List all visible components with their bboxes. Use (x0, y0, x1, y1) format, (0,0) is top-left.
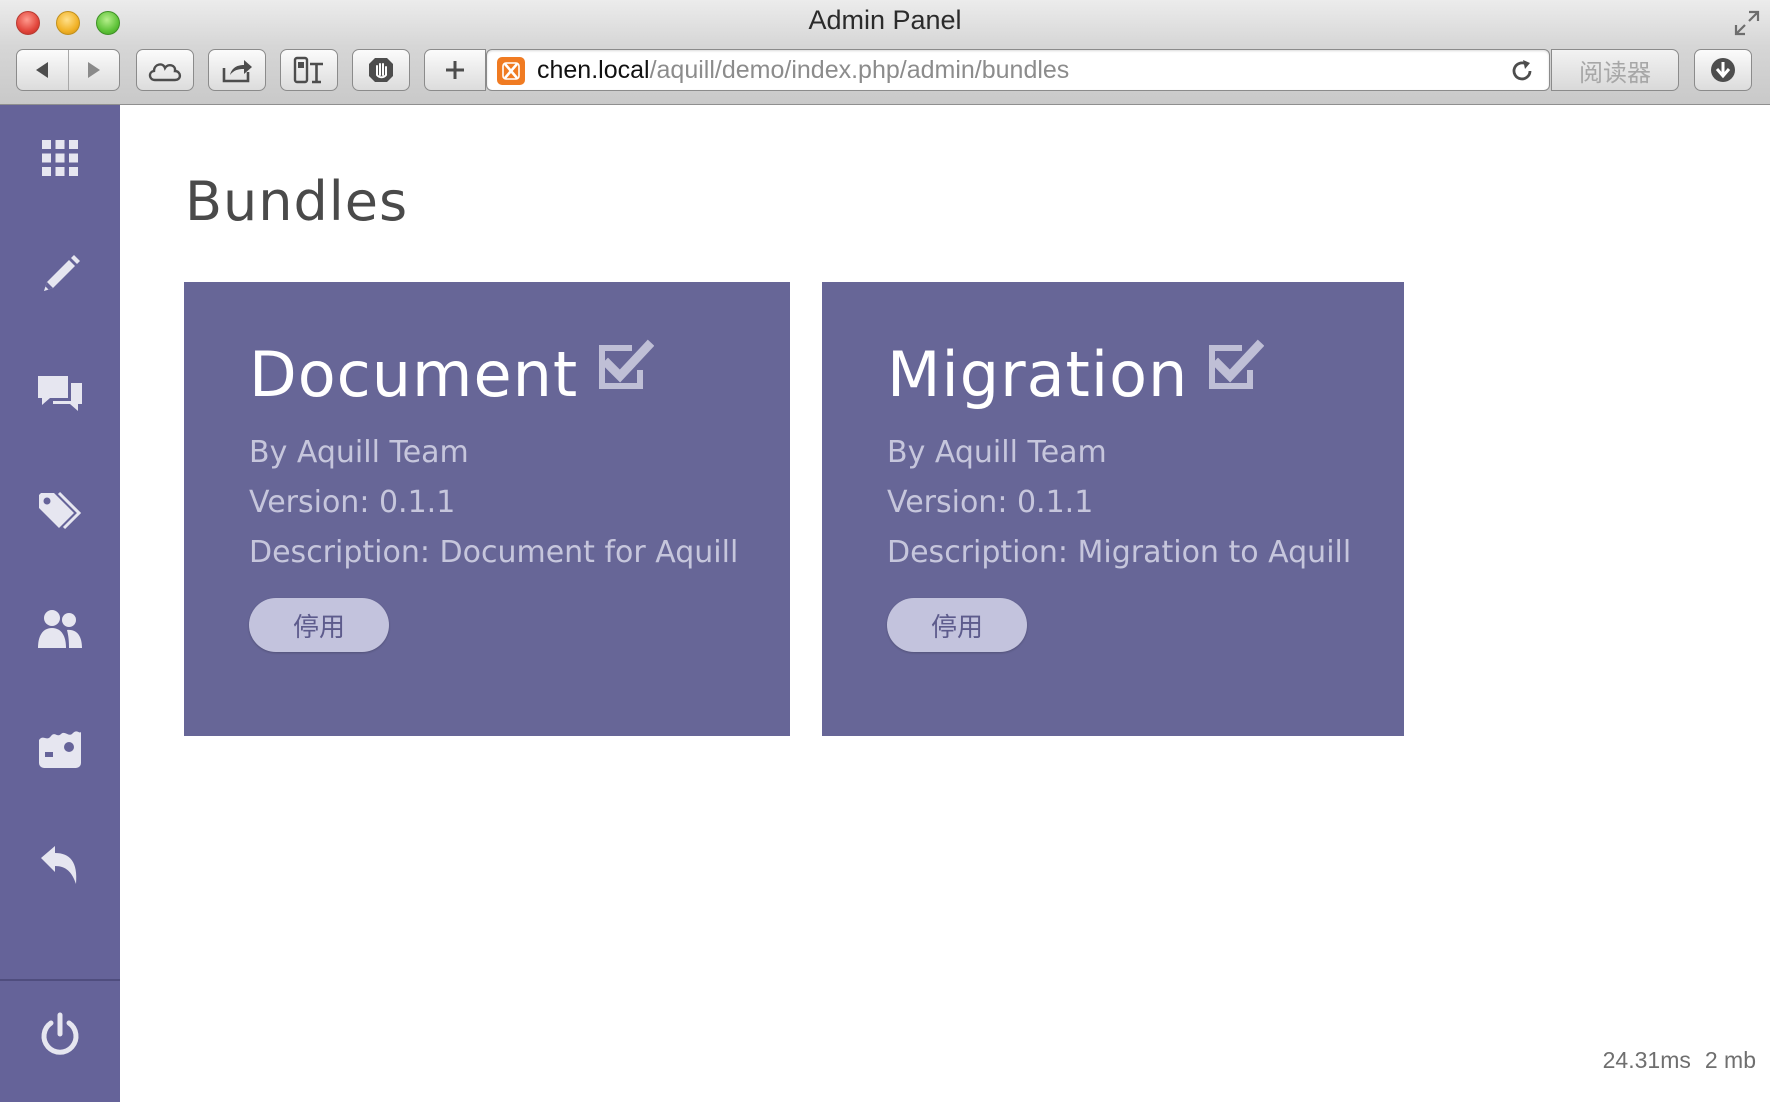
extension-icon (292, 55, 326, 85)
window-title: Admin Panel (808, 5, 962, 35)
bundle-card: Document By Aquill Team Version: 0.1.1 D… (184, 282, 790, 736)
new-tab-button[interactable] (424, 49, 486, 91)
bundle-version: Version: 0.1.1 (249, 485, 456, 520)
tags-icon (37, 491, 83, 535)
fullscreen-icon[interactable] (1732, 8, 1762, 38)
address-bar[interactable]: chen.local/aquill/demo/index.php/admin/b… (486, 49, 1550, 91)
sidebar-item-posts[interactable] (0, 227, 120, 327)
sidebar-item-comments[interactable] (0, 345, 120, 445)
adblock-button[interactable] (352, 49, 410, 91)
performance-stats: 24.31ms 2 mb (1603, 1047, 1756, 1074)
checkbox-checked-icon (594, 338, 655, 398)
sidebar-item-media[interactable] (0, 699, 120, 799)
share-icon (220, 56, 254, 84)
power-icon (38, 1012, 82, 1062)
url-path: /aquill/demo/index.php/admin/bundles (649, 56, 1070, 84)
sidebar-item-tags[interactable] (0, 463, 120, 563)
downloads-button[interactable] (1694, 49, 1752, 91)
url-text: chen.local/aquill/demo/index.php/admin/b… (537, 56, 1069, 85)
disable-button[interactable]: 停用 (887, 598, 1027, 652)
comments-icon (36, 372, 84, 418)
icloud-tabs-button[interactable] (136, 49, 194, 91)
users-icon (36, 608, 84, 654)
checkbox-checked-icon (1204, 338, 1265, 398)
download-icon (1708, 55, 1738, 85)
bundle-author: By Aquill Team (249, 435, 469, 470)
bundle-version: Version: 0.1.1 (887, 485, 1094, 520)
reload-icon[interactable] (1509, 58, 1535, 84)
image-icon (37, 724, 83, 774)
pencil-icon (38, 253, 82, 301)
arrow-left-icon (33, 60, 51, 80)
bundle-author: By Aquill Team (887, 435, 1107, 470)
memory-usage: 2 mb (1704, 1047, 1756, 1073)
bundle-description: Description: Migration to Aquill (887, 535, 1352, 570)
extension-button[interactable] (280, 49, 338, 91)
bundle-card: Migration By Aquill Team Version: 0.1.1 … (822, 282, 1404, 736)
render-time: 24.31ms (1602, 1047, 1691, 1073)
back-forward-group (16, 49, 120, 91)
browser-titlebar: Admin Panel chen.local/aquill/demo/index… (0, 0, 1770, 105)
hand-icon (366, 55, 396, 85)
url-host: chen.local (537, 56, 650, 84)
sidebar-item-back[interactable] (0, 817, 120, 917)
plus-icon (443, 58, 467, 82)
grid-icon (40, 138, 80, 182)
admin-sidebar (0, 105, 120, 1102)
back-button[interactable] (17, 50, 68, 90)
sidebar-divider (0, 979, 120, 981)
share-button[interactable] (208, 49, 266, 91)
forward-button[interactable] (67, 50, 120, 90)
page-title: Bundles (185, 170, 409, 233)
sidebar-item-logout[interactable] (0, 987, 120, 1087)
cloud-icon (146, 57, 184, 83)
arrow-right-icon (85, 60, 103, 80)
disable-button[interactable]: 停用 (249, 598, 389, 652)
bundle-name: Migration (887, 338, 1189, 411)
sidebar-item-dashboard[interactable] (0, 110, 120, 210)
bundle-description: Description: Document for Aquill (249, 535, 739, 570)
reader-button[interactable]: 阅读器 (1551, 49, 1679, 91)
sidebar-item-users[interactable] (0, 581, 120, 681)
site-favicon (497, 57, 525, 85)
undo-icon (38, 842, 82, 892)
bundle-name: Document (249, 338, 579, 411)
